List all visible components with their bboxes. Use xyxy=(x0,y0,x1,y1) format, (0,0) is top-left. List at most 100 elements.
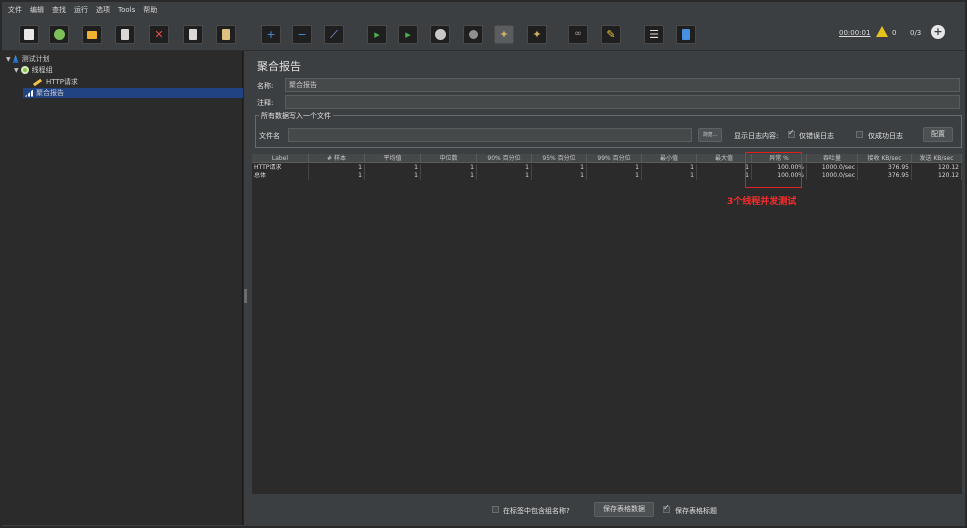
filename-label: 文件名 xyxy=(259,132,280,140)
cut-icon: ✕ xyxy=(154,28,164,41)
menu-options[interactable]: 选项 xyxy=(96,5,110,15)
column-header[interactable]: 95% 百分位 xyxy=(532,154,587,163)
comment-label: 注释: xyxy=(257,99,274,107)
open-icon xyxy=(87,30,97,39)
menu-tools[interactable]: Tools xyxy=(118,6,135,14)
tree-item-label: 聚合报告 xyxy=(36,89,64,97)
shutdown-icon xyxy=(468,30,478,39)
column-header[interactable]: 接收 KB/sec xyxy=(858,154,912,163)
table-cell: 1 xyxy=(477,172,532,180)
listener-icon xyxy=(25,89,33,97)
file-group-title: 所有数据写入一个文件 xyxy=(259,111,333,121)
table-cell: 1 xyxy=(587,164,642,172)
column-header[interactable]: 吞吐量 xyxy=(807,154,858,163)
clear-icon: ✦ xyxy=(499,28,509,41)
splitter-grip-icon[interactable] xyxy=(244,289,247,303)
success-only-checkbox[interactable] xyxy=(856,131,863,138)
tree-item-label: 线程组 xyxy=(31,66,53,74)
help-icon xyxy=(682,29,690,40)
collapse-button[interactable]: − xyxy=(292,25,312,44)
menu-edit[interactable]: 编辑 xyxy=(30,5,44,15)
save-table-button[interactable]: 保存表格数据 xyxy=(594,502,654,517)
comment-field[interactable] xyxy=(285,95,960,109)
column-header[interactable]: Label xyxy=(252,154,309,163)
tree-item-aggregate-report[interactable]: 聚合报告 xyxy=(23,88,243,98)
table-cell: 1 xyxy=(309,164,365,172)
splitter[interactable] xyxy=(243,51,247,525)
success-only-label: 仅成功日志 xyxy=(868,132,903,140)
shutdown-button[interactable] xyxy=(463,25,483,44)
name-field[interactable]: 聚合报告 xyxy=(285,78,960,92)
configure-button[interactable]: 配置 xyxy=(923,127,953,142)
clear-all-button[interactable]: ✦ xyxy=(527,25,547,44)
save-header-label: 保存表格标题 xyxy=(675,507,717,515)
function-helper-button[interactable]: ☰ xyxy=(644,25,664,44)
start-no-pause-button[interactable]: ▸ xyxy=(398,25,418,44)
test-plan-tree: ▼ 测试计划 ▼ 线程组 HTTP请求 聚合报告 xyxy=(2,51,243,525)
column-header[interactable]: # 样本 xyxy=(309,154,365,163)
column-header[interactable]: 最大值 xyxy=(697,154,752,163)
tree-item-test-plan[interactable]: ▼ 测试计划 xyxy=(6,54,50,64)
table-cell: HTTP请求 xyxy=(252,164,309,172)
expand-arrow-icon[interactable]: ▼ xyxy=(6,56,11,63)
search-button[interactable]: ∞ xyxy=(568,25,588,44)
tree-item-http-request[interactable]: HTTP请求 xyxy=(32,77,78,87)
include-group-label: 在标签中包含组名称? xyxy=(503,507,570,515)
reset-search-button[interactable]: ✎ xyxy=(601,25,621,44)
save-button[interactable] xyxy=(115,25,135,44)
page-title: 聚合报告 xyxy=(257,60,301,73)
column-header[interactable]: 99% 百分位 xyxy=(587,154,642,163)
templates-button[interactable] xyxy=(49,25,69,44)
table-cell: 1 xyxy=(365,164,421,172)
table-row[interactable]: 总体 1 1 1 1 1 1 1 1 100.00% 1000.0/sec 37… xyxy=(252,172,962,180)
column-header[interactable]: 中位数 xyxy=(421,154,477,163)
menu-file[interactable]: 文件 xyxy=(8,5,22,15)
remote-engines-icon[interactable]: + xyxy=(931,25,945,39)
column-header[interactable]: 最小值 xyxy=(642,154,697,163)
table-cell: 1000.0/sec xyxy=(807,164,858,172)
paste-button[interactable] xyxy=(216,25,236,44)
warning-icon[interactable] xyxy=(876,26,888,37)
table-cell: 1000.0/sec xyxy=(807,172,858,180)
cut-button[interactable]: ✕ xyxy=(149,25,169,44)
annotation-text: 3个线程并发测试 xyxy=(727,197,797,207)
menu-help[interactable]: 帮助 xyxy=(143,5,157,15)
table-cell: 1 xyxy=(532,164,587,172)
error-column-highlight xyxy=(745,152,802,188)
table-cell: 120.12 xyxy=(912,172,962,180)
help-button[interactable] xyxy=(676,25,696,44)
expand-button[interactable]: + xyxy=(261,25,281,44)
table-row[interactable]: HTTP请求 1 1 1 1 1 1 1 1 100.00% 1000.0/se… xyxy=(252,164,962,172)
function-helper-icon: ☰ xyxy=(649,28,659,41)
results-table: Label # 样本 平均值 中位数 90% 百分位 95% 百分位 99% 百… xyxy=(252,154,962,494)
errors-only-checkbox[interactable] xyxy=(788,128,795,138)
filename-field[interactable] xyxy=(288,128,692,142)
test-plan-icon xyxy=(12,55,19,63)
menubar: 文件 编辑 查找 运行 选项 Tools 帮助 xyxy=(2,2,965,17)
save-header-checkbox[interactable] xyxy=(663,503,670,513)
toolbar: ✕ + − ⟋ ▸ ▸ ✦ ✦ ∞ ✎ ☰ 00:00:01 0 0/3 + xyxy=(2,17,965,51)
clear-button[interactable]: ✦ xyxy=(494,25,514,44)
bottom-bar: 在标签中包含组名称? 保存表格数据 保存表格标题 xyxy=(248,497,964,522)
browse-button[interactable]: 浏览... xyxy=(698,128,722,142)
tree-item-label: HTTP请求 xyxy=(46,78,78,86)
open-button[interactable] xyxy=(82,25,102,44)
menu-run[interactable]: 运行 xyxy=(74,5,88,15)
column-header[interactable]: 发送 KB/sec xyxy=(912,154,962,163)
tree-item-thread-group[interactable]: ▼ 线程组 xyxy=(14,65,53,75)
include-group-checkbox[interactable] xyxy=(492,506,499,513)
table-cell: 1 xyxy=(421,164,477,172)
new-button[interactable] xyxy=(19,25,39,44)
table-cell: 总体 xyxy=(252,172,309,180)
name-label: 名称: xyxy=(257,82,274,90)
copy-button[interactable] xyxy=(183,25,203,44)
column-header[interactable]: 90% 百分位 xyxy=(477,154,532,163)
toggle-button[interactable]: ⟋ xyxy=(324,25,344,44)
expand-icon: + xyxy=(266,28,276,41)
stop-button[interactable] xyxy=(430,25,450,44)
table-header: Label # 样本 平均值 中位数 90% 百分位 95% 百分位 99% 百… xyxy=(252,154,962,163)
menu-search[interactable]: 查找 xyxy=(52,5,66,15)
column-header[interactable]: 平均值 xyxy=(365,154,421,163)
start-button[interactable]: ▸ xyxy=(367,25,387,44)
expand-arrow-icon[interactable]: ▼ xyxy=(14,67,19,74)
